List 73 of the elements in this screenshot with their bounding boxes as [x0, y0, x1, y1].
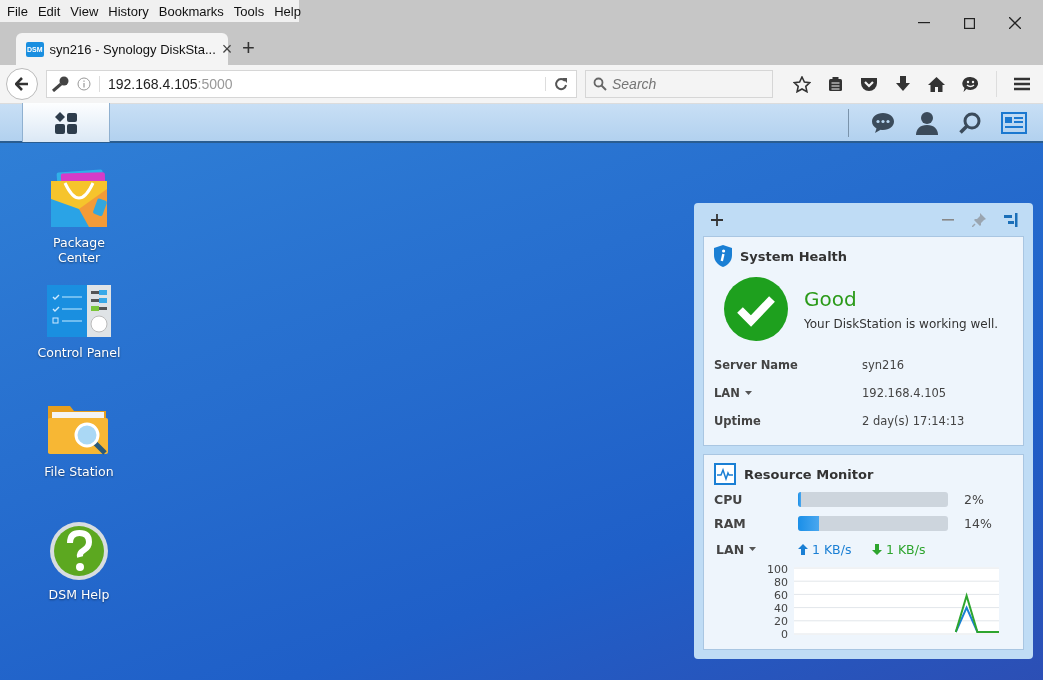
axis-tick-label: 0	[780, 628, 788, 641]
meter-label: RAM	[714, 515, 747, 531]
info-value: 192.168.4.105	[862, 386, 947, 400]
tab-title: syn216 - Synology DiskSta...	[49, 41, 216, 57]
clipboard-icon[interactable]	[828, 76, 843, 92]
axis-tick-label: 20	[773, 615, 788, 628]
help-icon[interactable]	[49, 521, 109, 581]
key-icon	[51, 76, 69, 92]
add-widget-button[interactable]	[711, 213, 723, 226]
download-speed: 1 KB/s	[886, 541, 926, 557]
info-label[interactable]: LAN	[714, 386, 740, 400]
axis-tick-label: 60	[773, 589, 788, 602]
info-value: 2 day(s) 17:14:13	[862, 414, 965, 428]
search-icon	[593, 77, 607, 91]
id-card-icon[interactable]	[1001, 111, 1027, 134]
menu-item[interactable]: View	[65, 3, 104, 19]
info-label: Uptime	[714, 414, 761, 428]
lan-dropdown[interactable]: LAN	[714, 541, 798, 557]
apps-icon	[54, 110, 78, 135]
menu-icon[interactable]	[1014, 77, 1030, 91]
star-icon[interactable]	[793, 75, 811, 93]
menu-item[interactable]: Edit	[32, 3, 66, 19]
desktop-icon-label[interactable]: DSM Help	[44, 587, 114, 602]
shopping-bag-icon[interactable]	[49, 169, 109, 229]
desktop-icon-label[interactable]: Control Panel	[24, 345, 134, 360]
minimize-icon[interactable]	[918, 22, 930, 24]
download-icon[interactable]	[895, 76, 911, 92]
download-arrow-icon	[872, 543, 882, 555]
caret-icon[interactable]	[744, 391, 752, 395]
pocket-icon[interactable]	[860, 76, 878, 92]
url-text: 192.168.4.105:5000	[99, 76, 537, 92]
back-arrow-icon	[15, 77, 29, 91]
menu-item[interactable]: History	[103, 3, 154, 19]
address-bar[interactable]: 192.168.4.105:5000	[46, 70, 577, 98]
caret-icon	[749, 547, 757, 551]
close-icon[interactable]	[1009, 17, 1021, 29]
meter-reading: 14%	[964, 515, 992, 531]
axis-tick-label: 80	[773, 576, 788, 589]
maximize-icon[interactable]	[964, 17, 975, 29]
axis-tick-label: 40	[773, 602, 788, 615]
upload-speed: 1 KB/s	[812, 541, 852, 557]
smiley-icon[interactable]	[962, 75, 979, 93]
user-icon[interactable]	[915, 110, 939, 135]
upload-arrow-icon	[798, 543, 808, 555]
card-title: System Health	[740, 248, 848, 264]
search-field[interactable]: Search	[585, 70, 773, 98]
waveform-icon	[714, 463, 736, 485]
info-icon	[77, 77, 91, 91]
collapse-panel-icon[interactable]	[1004, 212, 1018, 227]
new-tab-button[interactable]: +	[242, 35, 255, 61]
home-icon[interactable]	[928, 76, 945, 92]
info-shield-icon	[714, 245, 732, 267]
menu-item[interactable]: Bookmarks	[153, 3, 229, 19]
axis-tick-label: 100	[766, 563, 788, 576]
info-value: syn216	[862, 358, 905, 372]
status-text: Good	[804, 287, 858, 311]
checkmark-icon	[724, 277, 788, 341]
meter-reading: 2%	[964, 491, 984, 507]
info-label: Server Name	[714, 358, 798, 372]
control-panel-icon[interactable]	[47, 285, 111, 339]
meter-label: CPU	[714, 491, 744, 507]
search-icon[interactable]	[959, 111, 981, 134]
desktop-icon-label[interactable]: File Station	[24, 464, 134, 479]
card-title: Resource Monitor	[744, 466, 874, 482]
menu-item[interactable]: Help	[269, 3, 306, 19]
back-button[interactable]	[6, 68, 38, 100]
main-menu-button[interactable]	[22, 103, 110, 142]
reload-icon[interactable]	[545, 77, 568, 91]
menu-item[interactable]: Tools	[228, 3, 270, 19]
desktop-icon-label[interactable]: Package Center	[44, 235, 114, 265]
status-message: Your DiskStation is working well.	[804, 317, 999, 331]
chat-bubble-icon[interactable]	[871, 111, 895, 134]
menu-item[interactable]: File	[2, 3, 33, 19]
